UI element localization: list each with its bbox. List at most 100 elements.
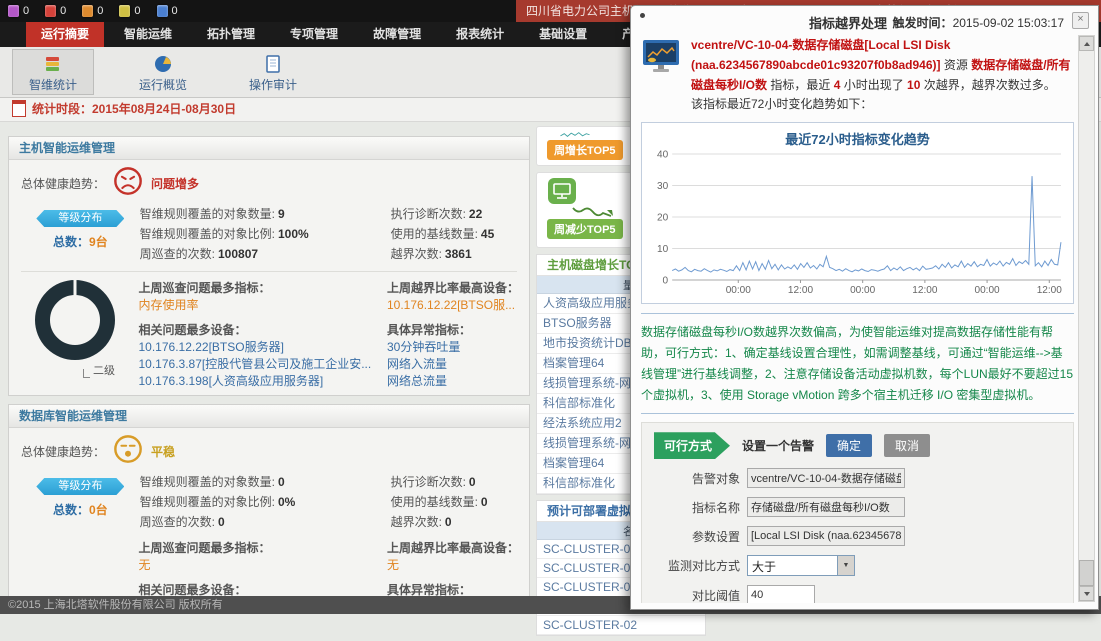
svg-text:30: 30 [657, 181, 669, 192]
alert-severity-icon [82, 5, 93, 17]
db-ops-body: 总体健康趋势： 平稳 等级分布 总数：0台 智维规则覆盖的 [9, 428, 529, 598]
nav-tab[interactable]: 拓扑管理 [192, 22, 270, 47]
form-field-label: 监测对比方式 [654, 555, 740, 574]
alert-severity-icon [119, 5, 130, 17]
growth-top5-tile: 周增长TOP5 [536, 126, 632, 166]
alert-severity-icon [45, 5, 56, 17]
alert-count: 0 [172, 5, 178, 17]
alert-count: 0 [97, 5, 103, 17]
host-stats-row: 等级分布 总数：9台 智维规则覆盖的对象数量:9 智维规则覆盖的对象比例:100… [21, 204, 517, 264]
alarm-target-input[interactable] [747, 468, 905, 488]
calm-face-icon [113, 434, 143, 469]
abnormal-metric-list: 30分钟吞吐量网络入流量网络总流量 [387, 339, 517, 390]
alarm-form-box: 可行方式 设置一个告警 确定 取消 告警对象指标名称参数设置监测对比方式大于▼对… [641, 422, 1074, 603]
alert-counter[interactable]: 0 [119, 5, 140, 17]
host-info-col-a: 上周巡查问题最多指标： 内存使用率 相关问题最多设备： 10.176.12.22… [139, 278, 388, 390]
alert-counter[interactable]: 0 [157, 5, 178, 17]
popup-corner-dot [640, 13, 645, 18]
stat-item: 使用的基线数量:0 [391, 492, 517, 512]
trend-line-chart: 01020304000:0012:0000:0012:0000:0012:00 [646, 148, 1069, 296]
svg-text:0: 0 [663, 276, 669, 287]
table-row[interactable]: SC-CLUSTER-02 [537, 616, 705, 635]
left-panel: 主机智能运维管理 总体健康趋势： 问题增多 等级分布 总数：9台 [8, 136, 530, 606]
trend-chart-box: 最近72小时指标变化趋势 01020304000:0012:0000:0012:… [641, 122, 1074, 304]
nav-tab[interactable]: 故障管理 [358, 22, 436, 47]
form-field-row: 参数设置 [654, 526, 1061, 546]
confirm-button[interactable]: 确定 [826, 434, 872, 457]
nav-tab[interactable]: 报表统计 [441, 22, 519, 47]
alert-counter[interactable]: 0 [82, 5, 103, 17]
svg-text:12:00: 12:00 [912, 285, 938, 296]
toolbar-item-audit[interactable]: 操作审计 [232, 49, 314, 95]
alert-count: 0 [60, 5, 66, 17]
divider [641, 413, 1074, 414]
nav-tab[interactable]: 运行摘要 [26, 22, 104, 47]
down-squiggle-icon [571, 205, 615, 217]
toolbar-item-smart-stats[interactable]: 智维统计 [12, 49, 94, 95]
top-metric-value[interactable]: 内存使用率 [139, 297, 388, 314]
host-detail-row: 二级 上周巡查问题最多指标： 内存使用率 相关问题最多设备： 10.176.12… [21, 278, 517, 390]
metric-link[interactable]: 网络总流量 [387, 373, 517, 390]
db-ops-section: 数据库智能运维管理 总体健康趋势： 平稳 等级分布 总数：0台 [8, 404, 530, 598]
cancel-button[interactable]: 取消 [884, 434, 930, 457]
alarm-form-fields: 告警对象指标名称参数设置监测对比方式大于▼对比阈值采集间隔60秒▼ [654, 468, 1061, 603]
popup-scrollbar[interactable] [1078, 35, 1095, 602]
threshold-input[interactable] [747, 585, 815, 603]
level-badge-col: 等级分布 总数：9台 [21, 204, 140, 264]
stat-item: 使用的基线数量:45 [391, 224, 517, 244]
metric-link[interactable]: 30分钟吞吐量 [387, 339, 517, 356]
svg-text:12:00: 12:00 [788, 285, 814, 296]
nav-tab[interactable]: 专项管理 [275, 22, 353, 47]
form-field-label: 对比阈值 [654, 585, 740, 603]
scroll-down-arrow-icon[interactable] [1079, 586, 1094, 601]
form-field-label: 指标名称 [654, 497, 740, 516]
form-field-row: 指标名称 [654, 497, 1061, 517]
total-count: 总数：9台 [21, 233, 140, 250]
growth-top5-badge[interactable]: 周增长TOP5 [547, 140, 623, 160]
top-device-value[interactable]: 10.176.12.22[BTSO服... [387, 297, 517, 314]
alert-counter[interactable]: 0 [45, 5, 66, 17]
toolbar-item-label: 智维统计 [13, 76, 93, 93]
metric-link[interactable]: 网络入流量 [387, 356, 517, 373]
device-link[interactable]: 10.176.12.22[BTSO服务器] [139, 339, 388, 356]
toolbar-item-label: 操作审计 [233, 76, 313, 93]
level-distribution-badge[interactable]: 等级分布 [36, 210, 124, 227]
scrollbar-thumb[interactable] [1079, 560, 1094, 586]
metric-name-input[interactable] [747, 497, 905, 517]
stat-item: 越界次数:3861 [391, 244, 517, 264]
toolbar-item-run-overview[interactable]: 运行概览 [122, 49, 204, 95]
decline-top5-badge[interactable]: 周减少TOP5 [547, 219, 623, 239]
db-info-col-b: 上周越界比率最高设备： 无 具体异常指标： 无 [387, 538, 517, 598]
divider [21, 271, 517, 272]
donut-notch [74, 279, 77, 296]
compare-method-select[interactable]: 大于▼ [747, 555, 855, 576]
health-trend-label: 总体健康趋势： [21, 443, 105, 460]
monitor-chart-icon [641, 39, 681, 75]
param-setting-input[interactable] [747, 526, 905, 546]
svg-text:12:00: 12:00 [1037, 285, 1063, 296]
scroll-up-arrow-icon[interactable] [1079, 36, 1094, 51]
level-distribution-badge[interactable]: 等级分布 [36, 478, 124, 495]
stat-item: 智维规则覆盖的对象比例:100% [140, 224, 391, 244]
host-info-col-b: 上周越界比率最高设备： 10.176.12.22[BTSO服... 具体异常指标… [387, 278, 517, 390]
svg-text:00:00: 00:00 [974, 285, 1000, 296]
donut-callout: 二级 [83, 362, 115, 378]
alert-counter[interactable]: 0 [8, 5, 29, 17]
alert-count: 0 [134, 5, 140, 17]
stat-item: 周巡查的次数:100807 [140, 244, 391, 264]
feasible-way-badge[interactable]: 可行方式 [654, 432, 730, 459]
nav-tab[interactable]: 智能运维 [109, 22, 187, 47]
nav-tab[interactable]: 基础设置 [524, 22, 602, 47]
health-trend-row: 总体健康趋势： 问题增多 [21, 166, 517, 200]
level-badge-col: 等级分布 总数：0台 [21, 472, 140, 532]
device-link[interactable]: 10.176.3.87[控股代管县公司及施工企业安... [139, 356, 388, 373]
top-metric-value: 无 [139, 557, 388, 574]
health-trend-label: 总体健康趋势： [21, 175, 105, 192]
dropdown-arrow-icon[interactable]: ▼ [837, 556, 854, 575]
close-icon[interactable]: × [1072, 12, 1089, 29]
severity-donut-chart[interactable] [35, 280, 115, 360]
stat-item: 执行诊断次数:22 [391, 204, 517, 224]
svg-text:00:00: 00:00 [850, 285, 876, 296]
advice-text: 数据存储磁盘每秒I/O数越界次数偏高，为使智能运维对提高数据存储性能有帮助，可行… [641, 322, 1074, 406]
device-link[interactable]: 10.176.3.198[人资高级应用服务器] [139, 373, 388, 390]
